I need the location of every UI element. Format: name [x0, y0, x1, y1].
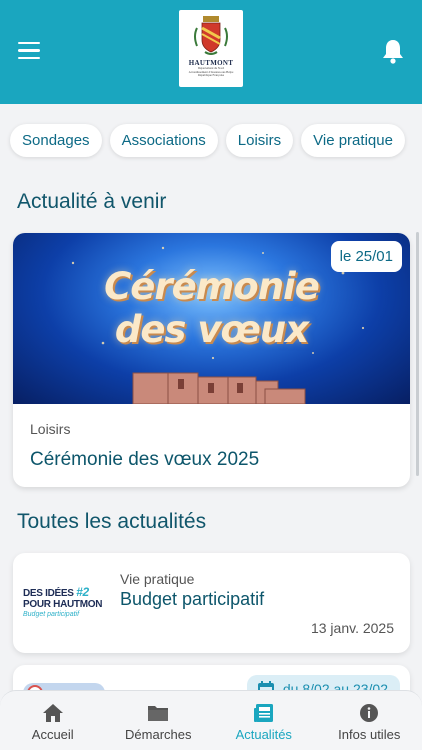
- hamburger-menu-icon[interactable]: [18, 42, 40, 60]
- nav-label-actualites: Actualités: [235, 727, 292, 742]
- thumb-line-3: Budget participatif: [23, 611, 80, 618]
- news-item-budget[interactable]: DES IDÉES #2 POUR HAUTMON Budget partici…: [13, 553, 410, 653]
- thumb-line-1: DES IDÉES: [23, 588, 74, 599]
- news-thumbnail: DES IDÉES #2 POUR HAUTMON Budget partici…: [23, 585, 109, 618]
- news-title: Budget participatif: [120, 589, 265, 609]
- featured-title: Cérémonie des vœux 2025: [30, 449, 260, 470]
- featured-category: Loisirs: [30, 421, 71, 437]
- featured-hero-text: Cérémonie des vœux: [13, 265, 410, 351]
- coat-of-arms-icon: [194, 16, 228, 55]
- category-chips: Sondages Associations Loisirs Vie pratiq…: [10, 124, 405, 157]
- notification-bell-icon[interactable]: [382, 38, 404, 64]
- scrollbar[interactable]: [416, 232, 419, 476]
- folder-icon: [148, 706, 169, 721]
- featured-news-card[interactable]: Cérémonie des vœux le 25/01 Loisirs Céré…: [13, 233, 410, 487]
- nav-infos-utiles[interactable]: Infos utiles: [317, 691, 422, 750]
- nav-demarches[interactable]: Démarches: [106, 691, 212, 750]
- newspaper-icon: [253, 704, 273, 722]
- chip-loisirs[interactable]: Loisirs: [225, 124, 294, 157]
- upcoming-section-title: Actualité à venir: [17, 190, 167, 213]
- app-header: HAUTMONT Département du Nord Arrondissem…: [0, 0, 422, 104]
- chip-vie-pratique[interactable]: Vie pratique: [301, 124, 405, 157]
- bottom-navigation: Accueil Démarches Actualités Infos utile…: [0, 690, 422, 750]
- chip-associations[interactable]: Associations: [109, 124, 218, 157]
- thumb-line-2: POUR HAUTMON: [23, 599, 103, 610]
- nav-label-infos-utiles: Infos utiles: [338, 727, 401, 742]
- news-date: 13 janv. 2025: [310, 620, 394, 636]
- news-category: Vie pratique: [120, 571, 195, 587]
- thumb-number: #2: [76, 585, 89, 599]
- nav-actualites[interactable]: Actualités: [211, 691, 317, 750]
- home-icon: [42, 704, 63, 722]
- all-news-section-title: Toutes les actualités: [17, 510, 207, 533]
- logo-subtitle-3: République Française: [197, 73, 225, 77]
- featured-date-badge: le 25/01: [330, 241, 402, 272]
- nav-label-demarches: Démarches: [125, 727, 192, 742]
- chip-sondages[interactable]: Sondages: [10, 124, 102, 157]
- nav-accueil[interactable]: Accueil: [0, 691, 106, 750]
- info-icon: [360, 704, 379, 722]
- hautmont-logo: HAUTMONT Département du Nord Arrondissem…: [179, 10, 243, 87]
- featured-news-image: Cérémonie des vœux le 25/01: [13, 233, 410, 404]
- nav-label-accueil: Accueil: [31, 727, 74, 742]
- hero-line-2: des vœux: [114, 308, 309, 351]
